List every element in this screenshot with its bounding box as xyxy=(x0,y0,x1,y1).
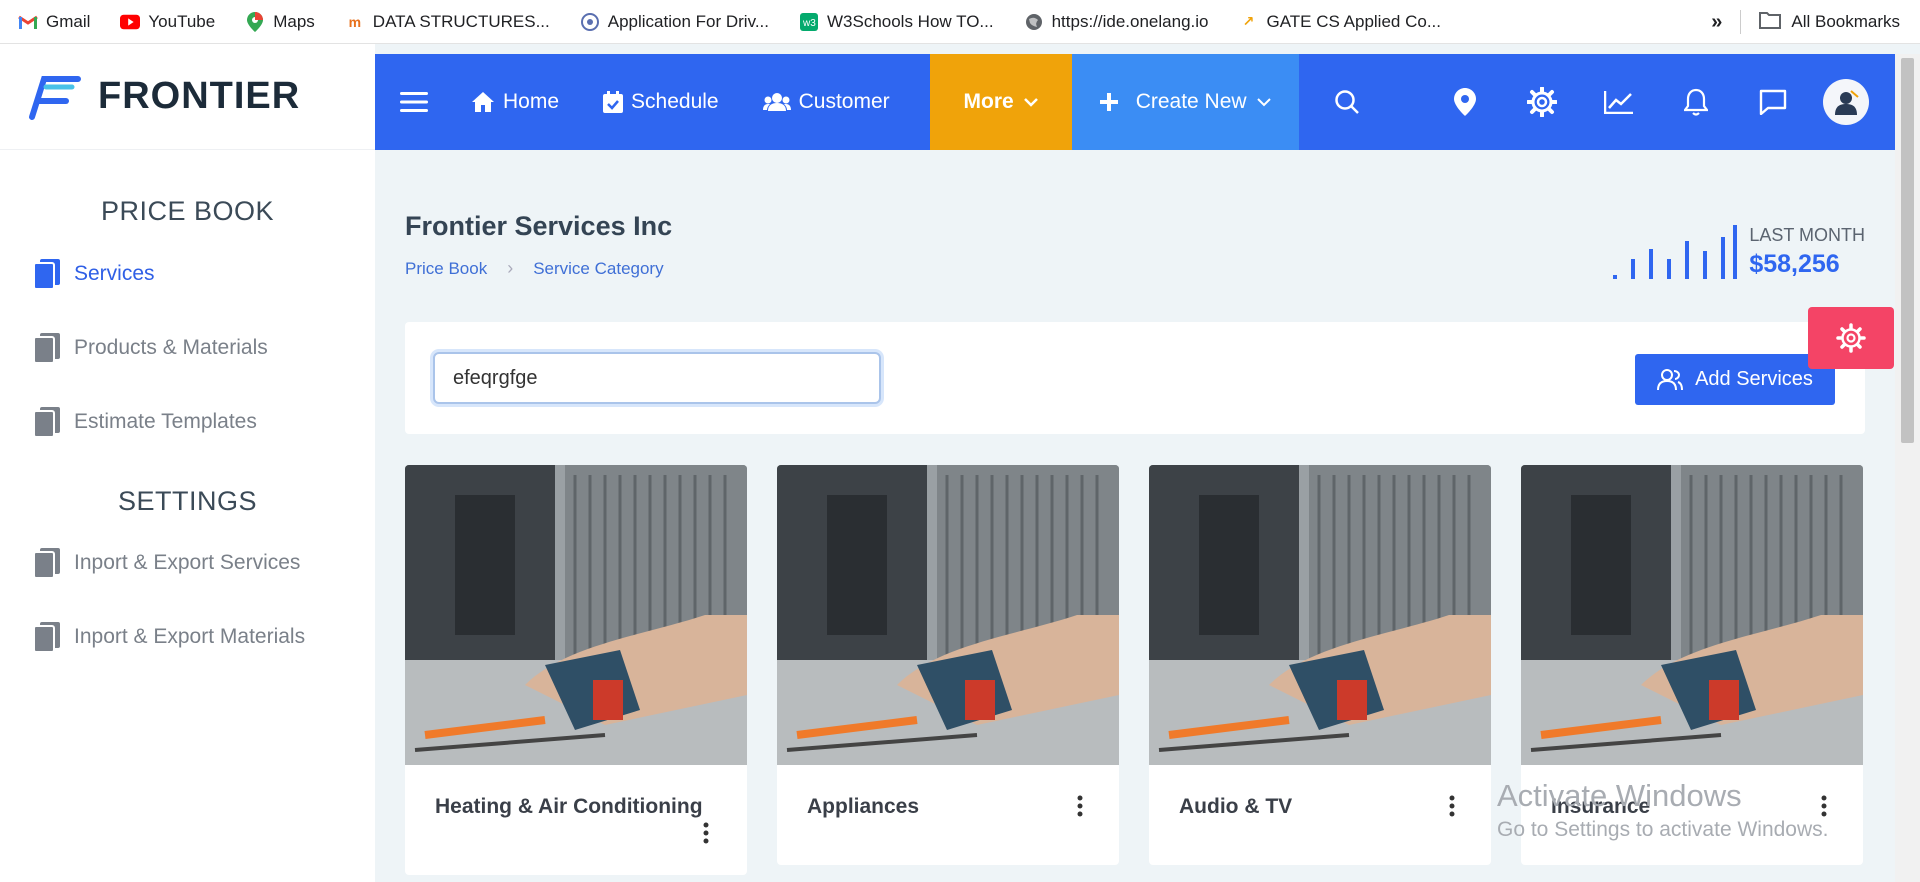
bookmark-gmail[interactable]: Gmail xyxy=(18,12,90,32)
breadcrumb-service-category[interactable]: Service Category xyxy=(533,259,663,279)
plus-icon xyxy=(1099,93,1118,111)
folder-icon xyxy=(1759,11,1782,34)
notifications-button[interactable] xyxy=(1657,88,1734,116)
sidebar-item-products-materials[interactable]: Products & Materials xyxy=(0,328,375,368)
users-outline-icon xyxy=(1657,368,1684,391)
stats-value: $58,256 xyxy=(1749,250,1840,278)
category-title: Heating & Air Conditioning xyxy=(435,795,703,818)
scrollbar-thumb[interactable] xyxy=(1901,58,1914,443)
book-icon xyxy=(33,622,60,653)
more-vertical-icon[interactable] xyxy=(1449,795,1455,822)
gear-icon xyxy=(1836,323,1866,353)
bookmark-data-structures[interactable]: m DATA STRUCTURES... xyxy=(345,12,550,32)
book-icon xyxy=(33,259,60,290)
last-month-stats: LAST MONTH $58,256 xyxy=(1611,223,1865,279)
more-vertical-icon[interactable] xyxy=(1077,795,1083,822)
location-button[interactable] xyxy=(1426,88,1503,116)
user-avatar-icon xyxy=(1835,90,1859,115)
bell-icon xyxy=(1683,88,1708,116)
book-icon xyxy=(33,407,60,438)
brand-logo[interactable]: FRONTIER xyxy=(0,44,375,150)
hamburger-menu-button[interactable] xyxy=(375,54,453,150)
sidebar: FRONTIER PRICE BOOK Services Products & … xyxy=(0,44,375,882)
activate-windows-subtitle: Go to Settings to activate Windows. xyxy=(1497,818,1829,841)
breadcrumb-price-book[interactable]: Price Book xyxy=(405,259,487,279)
category-card[interactable]: Audio & TV xyxy=(1149,465,1491,865)
messages-button[interactable] xyxy=(1734,89,1811,115)
chevron-double-right-icon[interactable]: » xyxy=(1711,11,1722,34)
hamburger-icon xyxy=(400,92,428,112)
breadcrumb: Price Book › Service Category xyxy=(405,258,664,279)
chevron-down-icon xyxy=(1023,97,1038,107)
category-image xyxy=(777,465,1119,765)
chevron-down-icon xyxy=(1256,97,1271,107)
category-title: Audio & TV xyxy=(1179,795,1293,818)
sidebar-item-estimate-templates[interactable]: Estimate Templates xyxy=(0,402,375,442)
sidebar-item-services[interactable]: Services xyxy=(0,254,375,294)
activate-windows-title: Activate Windows xyxy=(1497,778,1742,813)
search-toolbar: Add Services xyxy=(405,322,1865,434)
gmail-icon xyxy=(18,12,38,32)
avatar[interactable] xyxy=(1823,79,1869,125)
users-icon xyxy=(762,92,791,112)
nav-more-dropdown[interactable]: More xyxy=(929,54,1072,150)
nav-schedule[interactable]: Schedule xyxy=(603,90,719,114)
maps-icon xyxy=(245,11,265,32)
sidebar-item-import-export-materials[interactable]: Inport & Export Materials xyxy=(0,617,375,657)
bookmark-application[interactable]: Application For Driv... xyxy=(580,12,769,32)
analytics-button[interactable] xyxy=(1580,90,1657,114)
book-icon xyxy=(33,548,60,579)
category-image xyxy=(405,465,747,765)
bookmark-onelang[interactable]: https://ide.onelang.io xyxy=(1024,12,1209,32)
map-pin-icon xyxy=(1453,88,1476,116)
more-vertical-icon[interactable] xyxy=(703,822,709,849)
category-card[interactable]: Heating & Air Conditioning xyxy=(405,465,747,875)
site-icon: ↗ xyxy=(1242,13,1255,29)
create-new-dropdown[interactable]: Create New xyxy=(1071,54,1299,150)
category-card[interactable]: Appliances xyxy=(777,465,1119,865)
search-icon xyxy=(1335,90,1360,114)
page-title: Frontier Services Inc xyxy=(405,211,673,241)
search-input[interactable] xyxy=(433,352,881,404)
home-icon xyxy=(471,91,495,113)
bookmark-youtube[interactable]: YouTube xyxy=(120,12,215,32)
calendar-check-icon xyxy=(603,91,624,113)
site-icon: w3 xyxy=(799,12,819,32)
chevron-right-icon: › xyxy=(507,258,514,278)
gear-icon xyxy=(1526,87,1557,117)
theme-settings-button[interactable] xyxy=(1808,307,1894,369)
brand-name: FRONTIER xyxy=(98,75,301,117)
all-bookmarks-link[interactable]: All Bookmarks xyxy=(1791,12,1900,32)
chart-line-icon xyxy=(1603,91,1633,114)
site-icon xyxy=(580,12,600,32)
top-navbar: Home Schedule Customer More Create New xyxy=(375,54,1895,150)
add-services-button[interactable]: Add Services xyxy=(1635,354,1835,405)
book-icon xyxy=(33,333,60,364)
bar-sparkline-icon xyxy=(1613,225,1738,279)
page-scrollbar[interactable] xyxy=(1895,54,1920,882)
svg-text:w3: w3 xyxy=(802,18,816,29)
price-book-heading: PRICE BOOK xyxy=(100,196,275,226)
youtube-icon xyxy=(120,12,141,32)
site-icon: m xyxy=(348,13,362,30)
category-title: Appliances xyxy=(807,795,920,818)
category-image xyxy=(1521,465,1863,765)
chat-icon xyxy=(1759,89,1786,115)
bookmark-w3schools[interactable]: w3 W3Schools How TO... xyxy=(799,12,994,32)
sidebar-item-import-export-services[interactable]: Inport & Export Services xyxy=(0,543,375,583)
bookmark-gate[interactable]: ↗ GATE CS Applied Co... xyxy=(1239,12,1441,32)
nav-home[interactable]: Home xyxy=(471,90,559,114)
settings-button[interactable] xyxy=(1503,87,1580,117)
search-button[interactable] xyxy=(1309,89,1386,115)
bookmark-maps[interactable]: Maps xyxy=(245,11,315,32)
globe-icon xyxy=(1024,12,1044,32)
stats-label: LAST MONTH xyxy=(1749,225,1865,245)
nav-customer[interactable]: Customer xyxy=(762,90,890,114)
settings-heading: SETTINGS xyxy=(117,486,257,516)
category-image xyxy=(1149,465,1491,765)
frontier-logo-icon xyxy=(29,75,81,120)
bookmarks-bar: Gmail YouTube Maps m DATA STRUCTURES... … xyxy=(0,0,1920,44)
